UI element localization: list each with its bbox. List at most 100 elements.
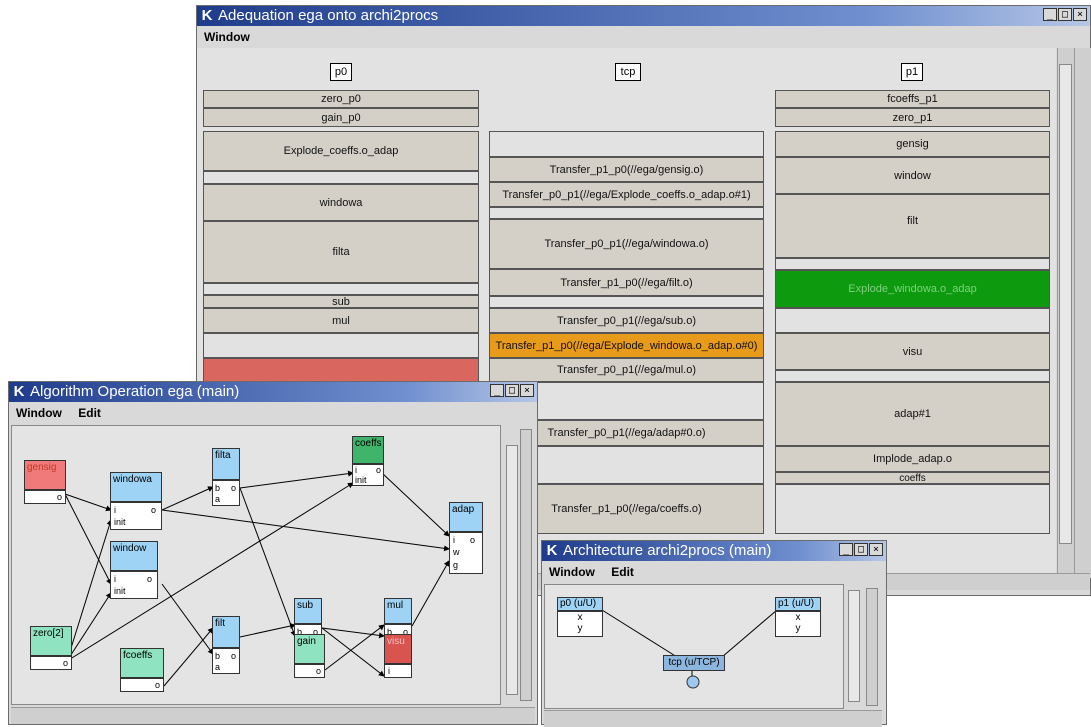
task-p1[interactable]: filt (775, 194, 1050, 258)
task-p0[interactable]: gain_p0 (203, 108, 479, 127)
task-p1-gap (775, 370, 1050, 382)
vertical-scrollbar[interactable] (846, 584, 882, 709)
scrollbar-track[interactable] (866, 588, 878, 706)
task-p0-highlight[interactable] (203, 358, 479, 382)
task-p0[interactable]: mul (203, 308, 479, 333)
node-p0[interactable]: p0 (u/U) xy (557, 597, 603, 637)
op-label: adap (449, 502, 483, 532)
architecture-window: K Architecture archi2procs (main) _ □ × W… (541, 540, 887, 727)
task-p0[interactable]: Explode_coeffs.o_adap (203, 131, 479, 171)
node-label: p0 (u/U) (557, 597, 603, 611)
vertical-scrollbar[interactable] (503, 425, 535, 705)
task-tcp-gap (489, 131, 764, 157)
menu-window[interactable]: Window (16, 406, 62, 420)
tcp-connector-icon (686, 675, 700, 689)
task-p1[interactable]: gensig (775, 131, 1050, 157)
task-p1-highlight[interactable]: Explode_windowa.o_adap (775, 270, 1050, 308)
algorithm-canvas: gensig o windowa i o init window i o ini… (11, 425, 501, 705)
op-coeffs[interactable]: coeffs i o init (352, 436, 384, 486)
close-button[interactable]: × (1073, 8, 1087, 21)
op-label: visu (384, 634, 412, 664)
maximize-button[interactable]: □ (854, 543, 868, 556)
maximize-button[interactable]: □ (1058, 8, 1072, 21)
vertical-scrollbar-outer[interactable] (1074, 48, 1091, 578)
minimize-button[interactable]: _ (490, 384, 504, 397)
horizontal-scrollbar[interactable] (544, 710, 882, 727)
minimize-button[interactable]: _ (839, 543, 853, 556)
op-window[interactable]: window i o init (110, 541, 158, 599)
task-tcp[interactable]: Transfer_p0_p1(//ega/mul.o) (489, 358, 764, 382)
task-tcp[interactable]: Transfer_p0_p1(//ega/windowa.o) (489, 219, 764, 269)
task-p0[interactable]: filta (203, 221, 479, 283)
scrollbar-thumb[interactable] (848, 590, 860, 702)
node-ports: xy (557, 611, 603, 637)
op-ports: i o init (352, 464, 384, 486)
task-tcp[interactable]: Transfer_p0_p1(//ega/sub.o) (489, 308, 764, 333)
task-p1[interactable]: zero_p1 (775, 108, 1050, 127)
scrollbar-thumb[interactable] (506, 445, 518, 695)
task-p1[interactable]: adap#1 (775, 382, 1050, 446)
menu-window[interactable]: Window (204, 30, 250, 44)
task-p0[interactable]: sub (203, 295, 479, 308)
task-tcp-gap (489, 207, 764, 219)
op-adap[interactable]: adap i o w g (449, 502, 483, 574)
menu-edit[interactable]: Edit (611, 565, 634, 579)
op-visu[interactable]: visu i (384, 634, 412, 678)
column-header-p0: p0 (330, 63, 352, 81)
architecture-canvas: p0 (u/U) xy p1 (u/U) xy tcp (u/TCP) (544, 584, 844, 709)
menubar: Window Edit (9, 403, 537, 423)
minimize-button[interactable]: _ (1043, 8, 1057, 21)
task-tcp[interactable]: Transfer_p1_p0(//ega/gensig.o) (489, 157, 764, 182)
task-p1[interactable]: visu (775, 333, 1050, 370)
task-p0[interactable]: windowa (203, 184, 479, 221)
op-label: filta (212, 448, 240, 480)
task-tcp-highlight[interactable]: Transfer_p1_p0(//ega/Explode_windowa.o_a… (489, 333, 764, 358)
menubar: Window (197, 27, 1090, 47)
op-ports: i (384, 664, 412, 678)
op-ports: b o a (212, 648, 240, 674)
task-p1[interactable]: window (775, 157, 1050, 194)
window-title: Adequation ega onto archi2procs (218, 7, 439, 24)
op-filta[interactable]: filta b o a (212, 448, 240, 506)
op-windowa[interactable]: windowa i o init (110, 472, 162, 530)
scrollbar-thumb[interactable] (1059, 64, 1072, 544)
op-label: gensig (24, 460, 66, 490)
horizontal-scrollbar[interactable] (11, 707, 535, 724)
op-zero[interactable]: zero[2] o (30, 626, 72, 670)
node-p1[interactable]: p1 (u/U) xy (775, 597, 821, 637)
close-button[interactable]: × (869, 543, 883, 556)
algorithm-titlebar[interactable]: K Algorithm Operation ega (main) _ □ × (9, 382, 537, 402)
op-label: sub (294, 598, 322, 624)
op-label: coeffs (352, 436, 384, 464)
node-ports: xy (775, 611, 821, 637)
menu-edit[interactable]: Edit (78, 406, 101, 420)
op-label: windowa (110, 472, 162, 502)
task-tcp[interactable]: Transfer_p0_p1(//ega/Explode_coeffs.o_ad… (489, 182, 764, 207)
op-filt[interactable]: filt b o a (212, 616, 240, 674)
op-ports: o (294, 664, 325, 678)
k-logo-icon: K (13, 383, 25, 400)
task-p0[interactable]: zero_p0 (203, 90, 479, 108)
close-button[interactable]: × (520, 384, 534, 397)
node-label: p1 (u/U) (775, 597, 821, 611)
vertical-scrollbar[interactable] (1057, 48, 1074, 578)
task-p0-gap (203, 333, 479, 358)
task-tcp[interactable]: Transfer_p1_p0(//ega/filt.o) (489, 269, 764, 296)
op-gensig[interactable]: gensig o (24, 460, 66, 504)
op-ports: i o init (110, 571, 158, 599)
menu-window[interactable]: Window (549, 565, 595, 579)
scrollbar-track[interactable] (520, 429, 532, 701)
op-gain[interactable]: gain o (294, 634, 325, 678)
maximize-button[interactable]: □ (505, 384, 519, 397)
column-header-p1: p1 (901, 63, 923, 81)
task-p1[interactable]: coeffs (775, 472, 1050, 484)
op-ports: o (120, 678, 164, 692)
op-fcoeffs[interactable]: fcoeffs o (120, 648, 164, 692)
architecture-titlebar[interactable]: K Architecture archi2procs (main) _ □ × (542, 541, 886, 561)
task-p1[interactable]: Implode_adap.o (775, 446, 1050, 472)
adequation-titlebar[interactable]: K Adequation ega onto archi2procs _ □ × (197, 6, 1090, 26)
node-tcp[interactable]: tcp (u/TCP) (663, 655, 725, 671)
menubar: Window Edit (542, 562, 886, 582)
k-logo-icon: K (201, 7, 213, 24)
task-p1[interactable]: fcoeffs_p1 (775, 90, 1050, 108)
